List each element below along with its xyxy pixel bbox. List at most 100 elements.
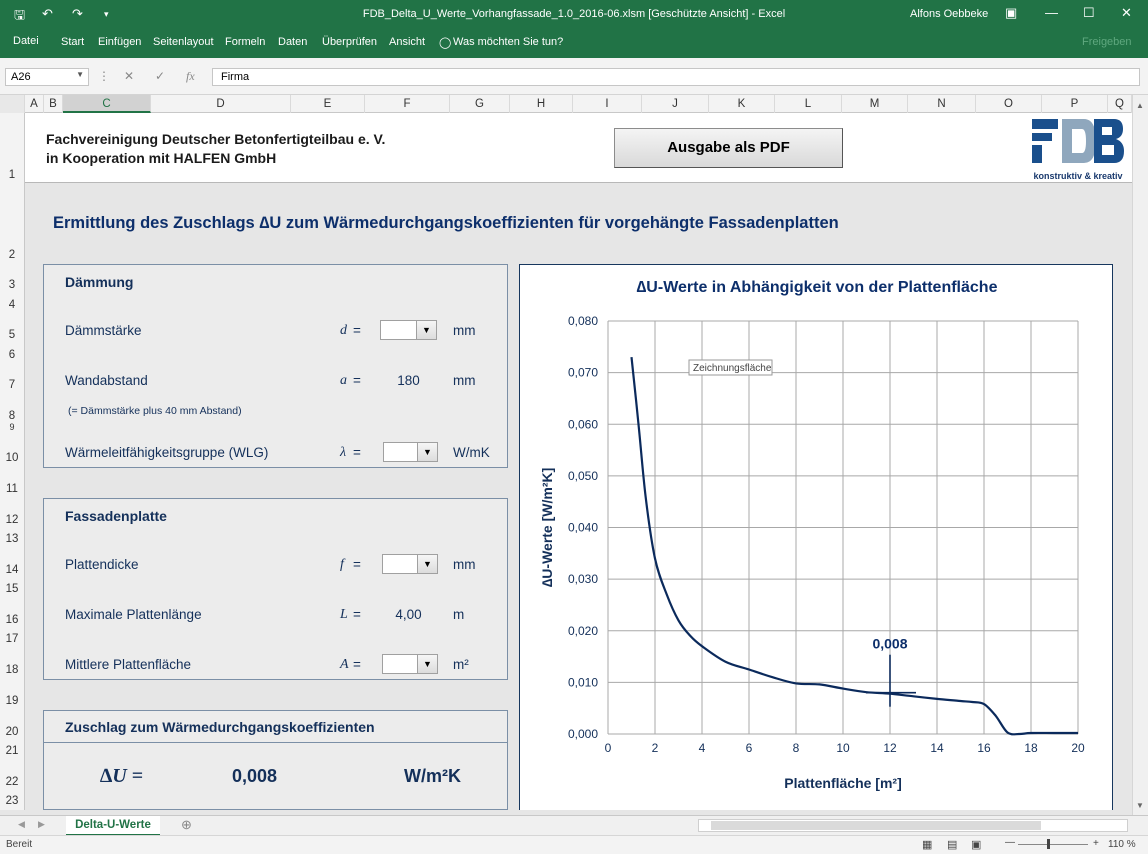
tab-page-layout[interactable]: Seitenlayout xyxy=(153,36,214,48)
select-all-corner[interactable] xyxy=(0,95,25,113)
column-header-o[interactable]: O xyxy=(976,95,1042,113)
column-header-b[interactable]: B xyxy=(44,95,63,113)
scroll-right-icon[interactable]: ▶ xyxy=(38,819,45,830)
column-header-a[interactable]: A xyxy=(25,95,44,113)
x-tick-label: 10 xyxy=(836,741,850,755)
horizontal-scrollbar[interactable] xyxy=(698,819,1128,832)
column-header-l[interactable]: L xyxy=(775,95,842,113)
wlg-label: Wärmeleitfähigkeitsgruppe (WLG) xyxy=(65,445,269,460)
enter-icon[interactable]: ✓ xyxy=(155,69,165,83)
delta-u-chart[interactable]: ∆U-Werte in Abhängigkeit von der Platten… xyxy=(519,264,1113,810)
series-line xyxy=(630,356,1078,736)
tab-review[interactable]: Überprüfen xyxy=(322,36,377,48)
row-header-8[interactable]: 8 xyxy=(0,410,24,422)
tell-me-box[interactable]: Was möchten Sie tun? xyxy=(453,36,563,48)
row-header-9[interactable]: 9 xyxy=(0,422,24,432)
column-header-h[interactable]: H xyxy=(510,95,573,113)
column-header-d[interactable]: D xyxy=(151,95,291,113)
worksheet[interactable]: Fachvereinigung Deutscher Betonfertigtei… xyxy=(25,113,1132,810)
chevron-down-icon[interactable]: ▼ xyxy=(417,555,437,573)
row-header-16[interactable]: 16 xyxy=(0,614,24,626)
page-title: Ermittlung des Zuschlags ∆U zum Wärmedur… xyxy=(53,214,839,232)
y-tick-label: 0,000 xyxy=(568,727,598,741)
scroll-up-icon[interactable]: ▲ xyxy=(1136,101,1144,110)
scroll-left-icon[interactable]: ◀ xyxy=(18,819,25,830)
zoom-out-icon[interactable]: — xyxy=(1005,837,1015,848)
row-header-11[interactable]: 11 xyxy=(0,483,24,495)
zoom-slider[interactable] xyxy=(1018,844,1088,845)
wlg-dropdown[interactable]: ▼ xyxy=(383,442,438,462)
tab-data[interactable]: Daten xyxy=(278,36,307,48)
vertical-scrollbar[interactable]: ▲ ▼ xyxy=(1132,95,1148,815)
chevron-down-icon[interactable]: ▼ xyxy=(417,655,437,673)
panel-length-unit: m xyxy=(453,607,465,622)
chevron-down-icon[interactable]: ▼ xyxy=(76,70,84,79)
column-header-i[interactable]: I xyxy=(573,95,642,113)
insert-function-icon[interactable]: fx xyxy=(186,69,195,84)
page-layout-view-icon[interactable]: ▤ xyxy=(947,838,957,851)
column-header-p[interactable]: P xyxy=(1042,95,1108,113)
maximize-icon[interactable]: ☐ xyxy=(1083,5,1095,21)
column-header-f[interactable]: F xyxy=(365,95,450,113)
column-header-c[interactable]: C xyxy=(63,95,151,113)
row-header-4[interactable]: 4 xyxy=(0,299,24,311)
name-box[interactable]: A26 ▼ xyxy=(5,68,89,86)
row-header-13[interactable]: 13 xyxy=(0,533,24,545)
normal-view-icon[interactable]: ▦ xyxy=(922,838,932,851)
tab-formulas[interactable]: Formeln xyxy=(225,36,265,48)
ribbon-display-icon[interactable]: ▣ xyxy=(1005,5,1017,21)
row-header-1[interactable]: 1 xyxy=(0,169,24,181)
chevron-down-icon[interactable]: ▼ xyxy=(416,321,436,339)
insulation-thickness-label: Dämmstärke xyxy=(65,323,142,338)
add-sheet-icon[interactable]: ⊕ xyxy=(181,817,192,833)
zoom-in-icon[interactable]: + xyxy=(1093,838,1099,849)
row-header-20[interactable]: 20 xyxy=(0,726,24,738)
column-header-g[interactable]: G xyxy=(450,95,510,113)
row-header-12[interactable]: 12 xyxy=(0,514,24,526)
row-header-23[interactable]: 23 xyxy=(0,795,24,807)
cancel-icon[interactable]: ✕ xyxy=(124,69,134,83)
zoom-level[interactable]: 110 % xyxy=(1108,839,1136,850)
row-header-7[interactable]: 7 xyxy=(0,379,24,391)
row-header-19[interactable]: 19 xyxy=(0,695,24,707)
panel-area-dropdown[interactable]: ▼ xyxy=(382,654,438,674)
column-header-n[interactable]: N xyxy=(908,95,976,113)
minimize-icon[interactable]: — xyxy=(1045,5,1058,20)
column-header-q[interactable]: Q xyxy=(1108,95,1132,113)
sheet-tab-delta-u[interactable]: Delta-U-Werte xyxy=(66,816,160,836)
row-header-18[interactable]: 18 xyxy=(0,664,24,676)
column-header-j[interactable]: J xyxy=(642,95,709,113)
zoom-slider-handle[interactable] xyxy=(1047,839,1050,849)
page-break-view-icon[interactable]: ▣ xyxy=(971,838,981,851)
share-button[interactable]: Freigeben xyxy=(1082,36,1132,48)
formula-input[interactable]: Firma xyxy=(212,68,1140,86)
panel-thickness-dropdown[interactable]: ▼ xyxy=(382,554,438,574)
column-header-m[interactable]: M xyxy=(842,95,908,113)
row-header-15[interactable]: 15 xyxy=(0,583,24,595)
row-header-21[interactable]: 21 xyxy=(0,745,24,757)
row-header-6[interactable]: 6 xyxy=(0,349,24,361)
insulation-thickness-dropdown[interactable]: ▼ xyxy=(380,320,437,340)
chevron-down-icon[interactable]: ▼ xyxy=(417,443,437,461)
tab-insert[interactable]: Einfügen xyxy=(98,36,141,48)
row-header-3[interactable]: 3 xyxy=(0,279,24,291)
row-header-14[interactable]: 14 xyxy=(0,564,24,576)
row-header-10[interactable]: 10 xyxy=(0,452,24,464)
horizontal-scroll-thumb[interactable] xyxy=(711,821,1041,830)
export-pdf-button[interactable]: Ausgabe als PDF xyxy=(614,128,843,168)
scroll-down-icon[interactable]: ▼ xyxy=(1136,801,1144,810)
column-header-k[interactable]: K xyxy=(709,95,775,113)
row-header-5[interactable]: 5 xyxy=(0,329,24,341)
tab-file[interactable]: Datei xyxy=(13,35,39,47)
column-header-e[interactable]: E xyxy=(291,95,365,113)
user-name[interactable]: Alfons Oebbeke xyxy=(910,8,988,20)
row-header-22[interactable]: 22 xyxy=(0,776,24,788)
row-header-17[interactable]: 17 xyxy=(0,633,24,645)
close-icon[interactable]: ✕ xyxy=(1121,5,1132,21)
header-band: Fachvereinigung Deutscher Betonfertigtei… xyxy=(25,113,1132,183)
row-header-2[interactable]: 2 xyxy=(0,249,24,261)
panel-area-label: Mittlere Plattenfläche xyxy=(65,657,192,672)
tab-start[interactable]: Start xyxy=(61,36,84,48)
insulation-title: Dämmung xyxy=(65,274,134,290)
tab-view[interactable]: Ansicht xyxy=(389,36,425,48)
